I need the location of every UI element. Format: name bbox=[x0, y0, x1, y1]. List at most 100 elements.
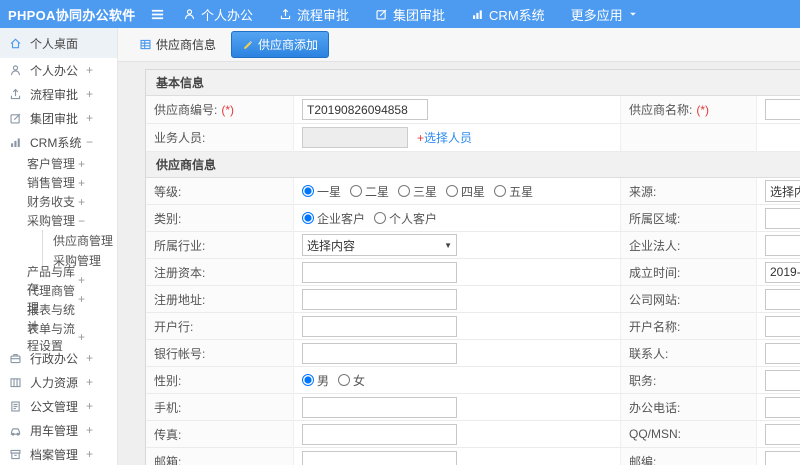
nav-personal-office[interactable]: 个人办公 bbox=[170, 0, 266, 28]
sidebar-item-process-approval[interactable]: 流程审批 + bbox=[0, 82, 117, 106]
expand-plus[interactable]: + bbox=[86, 375, 93, 389]
industry-select[interactable]: 选择内容 ▼ bbox=[302, 234, 457, 256]
grade-radio-3star[interactable]: 三星 bbox=[398, 183, 437, 200]
legal-person-input[interactable] bbox=[765, 234, 800, 256]
nav-process-approval[interactable]: 流程审批 bbox=[266, 0, 362, 28]
required-mark: (*) bbox=[221, 102, 235, 117]
established-date-input[interactable] bbox=[765, 261, 800, 283]
field-label: 开户行: bbox=[146, 313, 294, 340]
sidebar-item-admin-office[interactable]: 行政办公 + bbox=[0, 346, 117, 370]
edit-icon bbox=[376, 9, 387, 20]
sidebar-item-personal-desktop[interactable]: 个人桌面 bbox=[0, 28, 117, 58]
qq-msn-input[interactable] bbox=[765, 423, 800, 445]
source-select[interactable]: 选择内容▼ bbox=[765, 180, 800, 202]
nav-more-apps[interactable]: 更多应用 bbox=[558, 0, 651, 28]
field-label: 邮箱: bbox=[146, 448, 294, 465]
expand-plus[interactable]: + bbox=[78, 195, 85, 209]
sidebar-item-supplier-mgmt[interactable]: 供应商管理 bbox=[42, 230, 117, 250]
chart-icon bbox=[473, 9, 482, 19]
sidebar-item-label: 人力资源 bbox=[30, 375, 79, 390]
label-text: 业务人员: bbox=[154, 131, 206, 145]
sidebar-item-vehicle-mgmt[interactable]: 用车管理 + bbox=[0, 418, 117, 442]
expand-plus[interactable]: + bbox=[86, 87, 93, 101]
contact-input[interactable] bbox=[765, 342, 800, 364]
radio-label: 女 bbox=[353, 373, 366, 388]
gender-radio-male[interactable]: 男 bbox=[302, 372, 329, 389]
pencil-icon bbox=[244, 40, 252, 49]
sidebar-item-group-approval[interactable]: 集团审批 + bbox=[0, 106, 117, 130]
expand-plus[interactable]: + bbox=[78, 273, 85, 287]
expand-plus[interactable]: + bbox=[86, 351, 93, 365]
expand-plus[interactable]: + bbox=[78, 157, 85, 171]
grade-radio-2star[interactable]: 二星 bbox=[350, 183, 389, 200]
nav-crm-system[interactable]: CRM系统 bbox=[458, 0, 558, 28]
field-label: 成立时间: bbox=[621, 259, 757, 286]
sidebar-item-document-mgmt[interactable]: 公文管理 + bbox=[0, 394, 117, 418]
office-phone-input[interactable] bbox=[765, 396, 800, 418]
bank-account-input[interactable] bbox=[302, 342, 457, 364]
expand-plus[interactable]: + bbox=[78, 176, 85, 190]
field-label: 银行帐号: bbox=[146, 340, 294, 367]
expand-minus[interactable]: − bbox=[78, 214, 85, 228]
sidebar-item-form-process-settings[interactable]: 表单与流程设置 + bbox=[0, 322, 117, 353]
expand-plus[interactable]: + bbox=[86, 423, 93, 437]
sidebar-item-finance[interactable]: 财务收支 + bbox=[0, 192, 117, 211]
category-radio-company[interactable]: 企业客户 bbox=[302, 210, 365, 227]
sidebar-item-label: 用车管理 bbox=[30, 423, 79, 438]
account-name-input[interactable] bbox=[765, 315, 800, 337]
email-input[interactable] bbox=[302, 450, 457, 465]
supplier-add-form: 基本信息 供应商编号: (*) 供应商名称: (*) bbox=[145, 69, 800, 465]
position-input[interactable] bbox=[765, 369, 800, 391]
sidebar-toggle-button[interactable] bbox=[144, 0, 170, 28]
sidebar-item-hr[interactable]: 人力资源 + bbox=[0, 370, 117, 394]
category-radio-personal[interactable]: 个人客户 bbox=[374, 210, 437, 227]
fax-input[interactable] bbox=[302, 423, 457, 445]
caret-down-icon: ▼ bbox=[444, 240, 452, 250]
postcode-input[interactable] bbox=[765, 450, 800, 465]
grade-radio-4star[interactable]: 四星 bbox=[446, 183, 485, 200]
grid-icon bbox=[140, 39, 151, 50]
caret-down-icon bbox=[629, 12, 636, 16]
gender-radio-female[interactable]: 女 bbox=[338, 372, 365, 389]
form-row-fax: 传真: QQ/MSN: bbox=[146, 421, 800, 448]
radio-label: 四星 bbox=[461, 184, 486, 199]
supplier-name-input[interactable] bbox=[765, 99, 800, 120]
form-row-bank-branch: 开户行: 开户名称: bbox=[146, 313, 800, 340]
nav-group-approval[interactable]: 集团审批 bbox=[362, 0, 458, 28]
sidebar-item-crm-system[interactable]: CRM系统 − bbox=[0, 130, 117, 154]
sidebar-item-label: 个人办公 bbox=[30, 63, 79, 78]
sidebar-item-sales-mgmt[interactable]: 销售管理 + bbox=[0, 173, 117, 192]
registered-capital-input[interactable] bbox=[302, 261, 457, 283]
sidebar-item-label: 行政办公 bbox=[30, 351, 79, 366]
mobile-input[interactable] bbox=[302, 396, 457, 418]
expand-minus[interactable]: − bbox=[86, 135, 93, 149]
sidebar-item-label: 销售管理 bbox=[27, 176, 76, 190]
expand-plus[interactable]: + bbox=[86, 399, 93, 413]
expand-plus[interactable]: + bbox=[86, 447, 93, 461]
label-text: 企业法人: bbox=[629, 238, 681, 253]
grade-radio-1star[interactable]: 一星 bbox=[302, 183, 341, 200]
registered-address-input[interactable] bbox=[302, 288, 457, 310]
sidebar-item-customer-mgmt[interactable]: 客户管理 + bbox=[0, 154, 117, 173]
sidebar-item-purchase-mgmt[interactable]: 采购管理 − bbox=[0, 211, 117, 230]
website-input[interactable] bbox=[765, 288, 800, 310]
sidebar-item-personal-office[interactable]: 个人办公 + bbox=[0, 58, 117, 82]
supplier-code-input[interactable] bbox=[302, 99, 428, 120]
grade-radio-5star[interactable]: 五星 bbox=[494, 183, 533, 200]
nav-label: 个人办公 bbox=[201, 7, 254, 23]
bank-branch-input[interactable] bbox=[302, 315, 457, 337]
form-row-gender: 性别: 男 女 职务: bbox=[146, 367, 800, 394]
section-title-basic-info: 基本信息 bbox=[146, 70, 800, 96]
expand-plus[interactable]: + bbox=[86, 111, 93, 125]
form-row-category: 类别: 企业客户 个人客户 所属区域: bbox=[146, 205, 800, 232]
region-input[interactable] bbox=[765, 207, 800, 229]
select-staff-link[interactable]: +选择人员 bbox=[417, 129, 472, 146]
field-label: 业务人员: bbox=[146, 124, 294, 152]
expand-plus[interactable]: + bbox=[78, 330, 85, 344]
field-label: 类别: bbox=[146, 205, 294, 232]
tab-supplier-info[interactable]: 供应商信息 bbox=[132, 32, 223, 57]
field-label: 办公电话: bbox=[621, 394, 757, 421]
sidebar-item-archive-mgmt[interactable]: 档案管理 + bbox=[0, 442, 117, 465]
tab-supplier-add[interactable]: 供应商添加 bbox=[231, 31, 330, 58]
expand-plus[interactable]: + bbox=[86, 63, 93, 77]
